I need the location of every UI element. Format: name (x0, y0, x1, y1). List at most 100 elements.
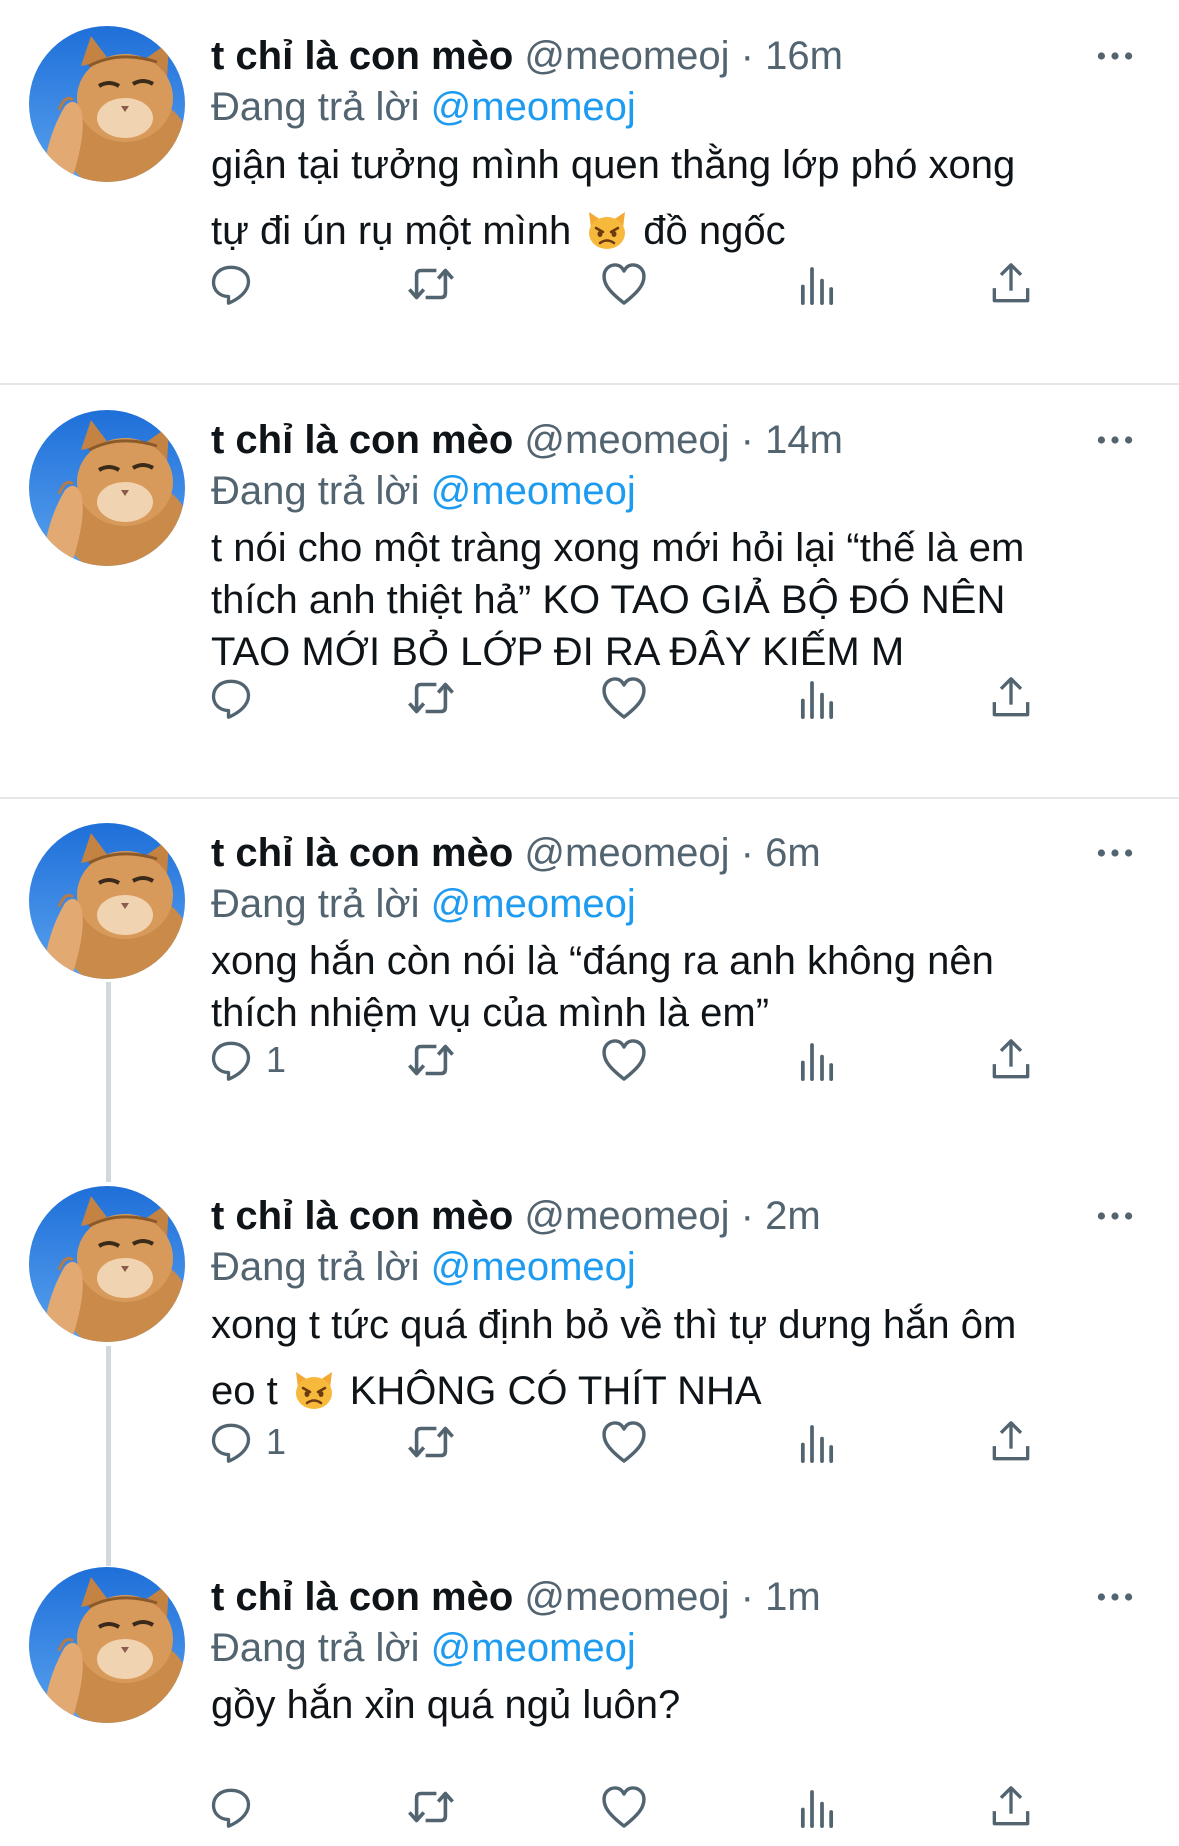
display-name[interactable]: t chỉ là con mèo (211, 418, 513, 462)
more-options-button[interactable] (1090, 28, 1140, 84)
separator-dot: · (740, 1194, 754, 1238)
user-handle[interactable]: @meomeoj (524, 831, 729, 875)
more-options-button[interactable] (1090, 1569, 1140, 1625)
display-name[interactable]: t chỉ là con mèo (211, 34, 513, 78)
analytics-button[interactable] (792, 254, 842, 314)
mention-link[interactable]: @meomeoj (431, 1626, 636, 1670)
retweet-button[interactable] (404, 1777, 458, 1837)
reply-button[interactable]: 1 (206, 1412, 286, 1472)
avatar[interactable] (29, 1567, 185, 1723)
reply-icon (206, 259, 256, 309)
tweet-text-line: xong t tức quá định bỏ về thì tự dưng hắ… (211, 1303, 1017, 1347)
tweet-text: giận tại tưởng mình quen thằng lớp phó x… (211, 132, 1151, 264)
timestamp[interactable]: 6m (765, 831, 821, 875)
share-button[interactable] (986, 1030, 1036, 1090)
like-button[interactable] (598, 668, 650, 728)
avatar[interactable] (29, 26, 185, 182)
user-handle[interactable]: @meomeoj (524, 1575, 729, 1619)
share-button[interactable] (986, 1777, 1036, 1837)
analytics-button[interactable] (792, 1030, 842, 1090)
pouting-cat-emoji (292, 1368, 336, 1412)
separator-dot: · (740, 418, 754, 462)
reply-button[interactable] (206, 668, 266, 728)
share-icon (986, 259, 1036, 309)
retweet-icon (404, 1415, 458, 1469)
reply-button[interactable] (206, 254, 266, 314)
avatar-image (29, 410, 185, 566)
share-icon (986, 1782, 1036, 1832)
analytics-icon (792, 1035, 842, 1085)
like-icon (598, 1416, 650, 1468)
reply-icon (206, 673, 256, 723)
replying-label: Đang trả lời (211, 882, 420, 926)
tweet-actions: 1 (0, 1412, 1179, 1472)
timestamp[interactable]: 1m (765, 1575, 821, 1619)
avatar[interactable] (29, 1186, 185, 1342)
replying-label: Đang trả lời (211, 85, 420, 129)
mention-link[interactable]: @meomeoj (431, 85, 636, 129)
replying-label: Đang trả lời (211, 1245, 420, 1289)
replying-label: Đang trả lời (211, 1626, 420, 1670)
retweet-icon (404, 1780, 458, 1834)
like-button[interactable] (598, 1777, 650, 1837)
avatar-image (29, 1186, 185, 1342)
more-options-button[interactable] (1090, 825, 1140, 881)
reply-icon (206, 1782, 256, 1832)
separator-dot: · (740, 34, 754, 78)
share-icon (986, 673, 1036, 723)
more-icon (1095, 1208, 1135, 1224)
more-icon (1095, 1589, 1135, 1605)
share-button[interactable] (986, 1412, 1036, 1472)
like-button[interactable] (598, 254, 650, 314)
share-icon (986, 1035, 1036, 1085)
mention-link[interactable]: @meomeoj (431, 882, 636, 926)
avatar-image (29, 26, 185, 182)
tweet-text-segment: đồ ngốc (643, 209, 786, 253)
reply-button[interactable]: 1 (206, 1030, 286, 1090)
separator-dot: · (740, 831, 754, 875)
user-handle[interactable]: @meomeoj (524, 418, 729, 462)
more-options-button[interactable] (1090, 1188, 1140, 1244)
tweet-header: t chỉ là con mèo @meomeoj · 16m (211, 28, 843, 84)
display-name[interactable]: t chỉ là con mèo (211, 1194, 513, 1238)
tweet-text: xong hắn còn nói là “đáng ra anh không n… (211, 935, 1151, 1039)
mention-link[interactable]: @meomeoj (431, 1245, 636, 1289)
share-button[interactable] (986, 668, 1036, 728)
reply-button[interactable] (206, 1777, 266, 1837)
timestamp[interactable]: 14m (765, 418, 843, 462)
like-button[interactable] (598, 1412, 650, 1472)
more-options-button[interactable] (1090, 412, 1140, 468)
avatar[interactable] (29, 823, 185, 979)
tweet-text-segment: KHÔNG CÓ THÍT NHA (349, 1369, 762, 1413)
replying-to: Đang trả lời @meomeoj (211, 879, 636, 929)
user-handle[interactable]: @meomeoj (524, 34, 729, 78)
replying-to: Đang trả lời @meomeoj (211, 1623, 636, 1673)
tweet-header: t chỉ là con mèo @meomeoj · 6m (211, 825, 821, 881)
analytics-icon (792, 1417, 842, 1467)
tweet-text-line: gồy hắn xỉn quá ngủ luôn? (211, 1683, 681, 1727)
timestamp[interactable]: 16m (765, 34, 843, 78)
divider (0, 383, 1179, 385)
display-name[interactable]: t chỉ là con mèo (211, 1575, 513, 1619)
retweet-button[interactable] (404, 668, 458, 728)
display-name[interactable]: t chỉ là con mèo (211, 831, 513, 875)
retweet-button[interactable] (404, 1030, 458, 1090)
retweet-button[interactable] (404, 254, 458, 314)
share-button[interactable] (986, 254, 1036, 314)
tweet-text-segment: eo t (211, 1369, 278, 1413)
analytics-button[interactable] (792, 668, 842, 728)
tweet-feed: t chỉ là con mèo @meomeoj · 16m Đang trả… (0, 0, 1179, 1846)
analytics-button[interactable] (792, 1412, 842, 1472)
timestamp[interactable]: 2m (765, 1194, 821, 1238)
analytics-button[interactable] (792, 1777, 842, 1837)
analytics-icon (792, 673, 842, 723)
share-icon (986, 1417, 1036, 1467)
avatar[interactable] (29, 410, 185, 566)
tweet-text: t nói cho một tràng xong mới hỏi lại “th… (211, 522, 1151, 678)
like-button[interactable] (598, 1030, 650, 1090)
tweet-text-line: thích anh thiệt hả” KO TAO GIẢ BỘ ĐÓ NÊN (211, 578, 1006, 622)
user-handle[interactable]: @meomeoj (524, 1194, 729, 1238)
mention-link[interactable]: @meomeoj (431, 469, 636, 513)
retweet-button[interactable] (404, 1412, 458, 1472)
reply-count: 1 (266, 1039, 287, 1080)
